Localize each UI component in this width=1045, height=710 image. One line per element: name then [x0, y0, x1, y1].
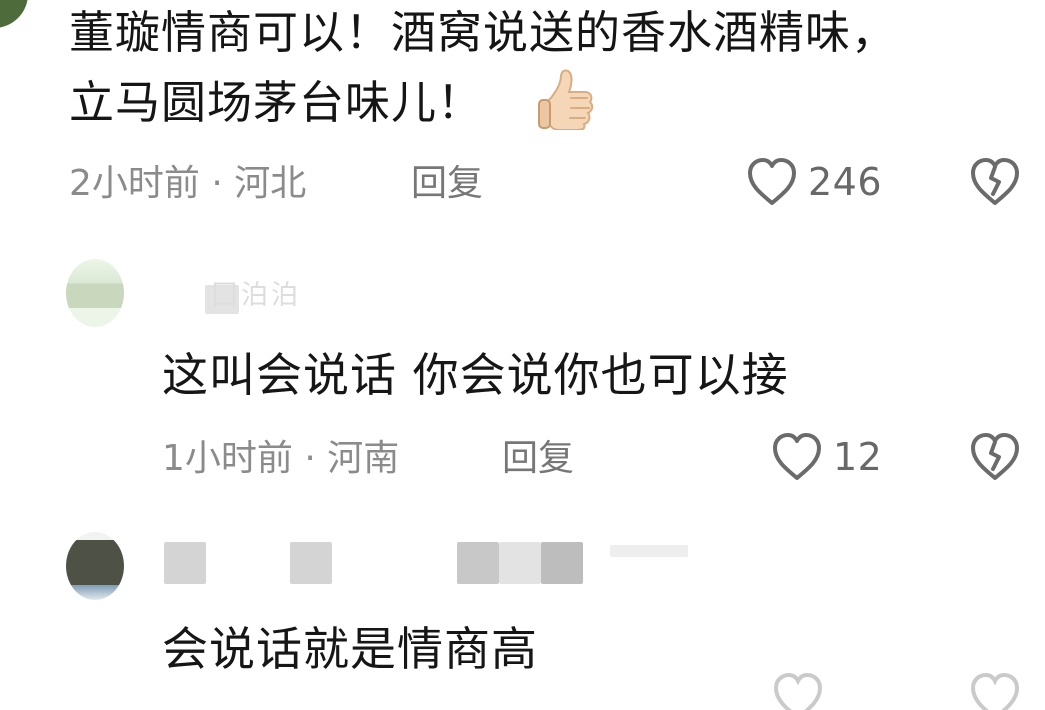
reply-avatar[interactable]	[66, 259, 124, 327]
comment-time-location: 2小时前 · 河北	[69, 163, 307, 204]
reply-dislike-button[interactable]	[969, 432, 1021, 482]
reply-username-partial: 囗泊泊	[211, 280, 301, 311]
heart-outline-icon	[748, 158, 796, 205]
reply-like-count: 12	[833, 435, 883, 479]
comment-text-line-2: 立马圆场茅台味儿！	[69, 76, 484, 129]
comment-thread-screen: 董璇情商可以！酒窝说送的香水酒精味， 立马圆场茅台味儿！ 2小时前 · 河北 回…	[0, 0, 1045, 710]
blurred-username-part	[610, 545, 688, 557]
comment-dislike-button[interactable]	[969, 157, 1021, 207]
comment-reply-button[interactable]: 回复	[411, 166, 483, 202]
blurred-username-part	[541, 542, 583, 584]
comment-like-button[interactable]: 246	[746, 157, 882, 207]
comment-like-count: 246	[808, 160, 883, 204]
thumbs-up-icon	[538, 69, 594, 130]
reply-like-button[interactable]: 12	[771, 432, 882, 482]
blurred-username-part	[499, 542, 541, 584]
reply-text: 会说话就是情商高	[162, 622, 538, 676]
blurred-username-part	[290, 542, 332, 584]
blurred-username-part	[164, 542, 206, 584]
comment-text-line-1: 董璇情商可以！酒窝说送的香水酒精味，	[69, 6, 898, 59]
previous-avatar-edge	[0, 0, 28, 28]
blurred-username-part	[457, 542, 499, 584]
reply-reply-button[interactable]: 回复	[502, 441, 574, 477]
broken-heart-icon	[970, 672, 1020, 710]
heart-outline-icon	[773, 433, 821, 480]
reply-time-location: 1小时前 · 河南	[162, 438, 400, 479]
reply-text: 这叫会说话 你会说你也可以接	[162, 348, 789, 402]
reply-avatar[interactable]	[66, 532, 124, 600]
heart-outline-icon	[773, 672, 823, 710]
